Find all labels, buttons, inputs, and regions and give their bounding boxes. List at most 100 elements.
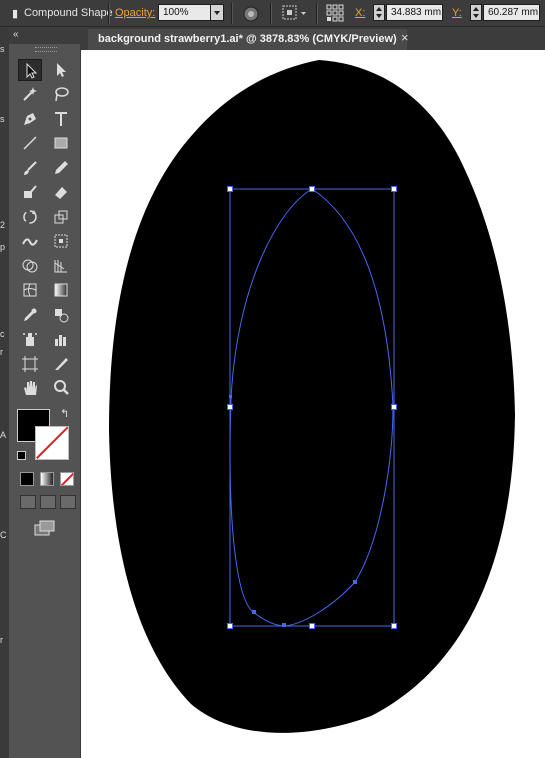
paintbrush-tool-button[interactable]	[18, 157, 42, 179]
width-tool-icon	[22, 238, 38, 246]
close-tab-button[interactable]: ×	[401, 30, 409, 45]
line-segment-tool-button[interactable]	[18, 132, 42, 154]
free-transform-tool-button[interactable]	[49, 230, 73, 252]
none-mode-button[interactable]	[60, 472, 74, 486]
pen-tool-button[interactable]	[18, 108, 42, 130]
divider	[231, 3, 233, 24]
line-segment-icon	[23, 136, 37, 150]
panel-fragment: p	[0, 242, 6, 252]
reference-point-icon[interactable]	[325, 3, 345, 23]
selection-arrow-icon	[26, 62, 38, 79]
anchor-point[interactable]	[353, 580, 357, 584]
y-field[interactable]: 60.287 mm	[483, 4, 540, 21]
mesh-tool-button[interactable]	[18, 279, 42, 301]
y-label[interactable]: Y:	[452, 7, 462, 19]
lasso-icon	[55, 87, 69, 102]
x-field[interactable]: 34.883 mm	[386, 4, 443, 21]
panel-fragment: r	[0, 635, 3, 645]
draw-inside-icon[interactable]	[60, 495, 76, 509]
anchor-point[interactable]	[252, 610, 256, 614]
zoom-tool-button[interactable]	[49, 377, 73, 399]
slice-knife-icon	[55, 358, 68, 370]
swap-fill-stroke-icon[interactable]: ↰	[60, 407, 69, 420]
perspective-grid-icon	[54, 260, 67, 273]
draw-normal-icon[interactable]	[20, 495, 36, 509]
scale-tool-button[interactable]	[49, 206, 73, 228]
anchor-point[interactable]	[282, 623, 286, 627]
eraser-icon	[55, 187, 67, 199]
bbox-handle-top-right[interactable]	[391, 186, 397, 192]
rectangle-icon	[54, 137, 68, 149]
selection-tool-button[interactable]	[18, 59, 42, 81]
direct-selection-arrow-icon	[57, 63, 66, 77]
divider	[316, 3, 318, 24]
divider	[270, 3, 272, 24]
document-tab[interactable]: background strawberry1.ai* @ 3878.83% (C…	[88, 29, 407, 50]
bbox-handle-bottom-center[interactable]	[309, 623, 315, 629]
gradient-mode-button[interactable]	[40, 472, 54, 486]
bbox-handle-top-left[interactable]	[227, 186, 233, 192]
bbox-handle-middle-right[interactable]	[391, 404, 397, 410]
recolor-artwork-icon[interactable]	[242, 5, 260, 23]
perspective-grid-tool-button[interactable]	[49, 255, 73, 277]
compound-shape[interactable]	[109, 60, 515, 733]
panel-fragment: C	[0, 530, 7, 540]
eyedropper-tool-button[interactable]	[18, 304, 42, 326]
hand-tool-button[interactable]	[18, 377, 42, 399]
pencil-icon	[55, 161, 68, 174]
window-control-icon[interactable]: ▮	[12, 7, 18, 20]
width-tool-button[interactable]	[18, 230, 42, 252]
artboard-tool-button[interactable]	[18, 353, 42, 375]
shape-builder-tool-button[interactable]	[18, 255, 42, 277]
type-tool-button[interactable]	[49, 108, 73, 130]
magic-wand-tool-button[interactable]	[18, 83, 42, 105]
bbox-handle-bottom-right[interactable]	[391, 623, 397, 629]
stroke-swatch[interactable]	[35, 426, 69, 460]
opacity-field[interactable]: 100%	[158, 4, 211, 21]
panel-fragment: s	[0, 114, 5, 124]
clipped-left-panel: s s 2 p c r A C r	[0, 27, 9, 758]
eraser-tool-button[interactable]	[49, 181, 73, 203]
symbol-sprayer-tool-button[interactable]	[18, 328, 42, 350]
no-stroke-indicator	[36, 427, 68, 459]
magic-wand-icon	[23, 87, 37, 101]
x-label[interactable]: X:	[355, 7, 365, 19]
document-tab-title: background strawberry1.ai* @ 3878.83% (C…	[98, 33, 397, 45]
anchor-point[interactable]	[229, 395, 232, 398]
rectangle-tool-button[interactable]	[49, 132, 73, 154]
color-mode-button[interactable]	[20, 472, 34, 486]
x-stepper[interactable]	[373, 4, 385, 21]
bbox-handle-bottom-left[interactable]	[227, 623, 233, 629]
symbol-sprayer-icon	[23, 333, 37, 346]
y-stepper[interactable]	[470, 4, 482, 21]
collapse-panel-icon[interactable]: «	[13, 29, 19, 40]
blend-tool-button[interactable]	[49, 304, 73, 326]
divider	[108, 3, 110, 24]
tools-panel: « ↰	[9, 27, 81, 758]
lasso-tool-button[interactable]	[49, 83, 73, 105]
blob-brush-tool-button[interactable]	[18, 181, 42, 203]
bbox-handle-top-center[interactable]	[309, 186, 315, 192]
artboard-canvas[interactable]	[81, 50, 545, 758]
rotate-tool-button[interactable]	[18, 206, 42, 228]
tools-panel-header[interactable]: «	[9, 27, 81, 44]
gradient-icon	[54, 283, 68, 297]
panel-fragment: 2	[0, 220, 6, 230]
column-graph-tool-button[interactable]	[49, 328, 73, 350]
opacity-dropdown-button[interactable]	[210, 4, 224, 21]
panel-fragment: c	[0, 329, 5, 339]
opacity-label[interactable]: Opacity:	[115, 7, 155, 19]
change-screen-mode-icon[interactable]	[33, 519, 57, 537]
bbox-handle-middle-left[interactable]	[227, 404, 233, 410]
slice-tool-button[interactable]	[49, 353, 73, 375]
blend-icon	[55, 309, 69, 323]
panel-grip[interactable]	[35, 47, 57, 52]
gradient-tool-button[interactable]	[49, 279, 73, 301]
selection-type-label: Compound Shape	[24, 7, 113, 19]
direct-selection-tool-button[interactable]	[49, 59, 73, 81]
align-to-selection-icon[interactable]	[281, 4, 311, 22]
pencil-tool-button[interactable]	[49, 157, 73, 179]
default-fill-stroke-icon[interactable]	[17, 451, 26, 460]
control-bar: ▮ Compound Shape Opacity: 100% X: 34.883…	[0, 0, 545, 27]
draw-behind-icon[interactable]	[40, 495, 56, 509]
